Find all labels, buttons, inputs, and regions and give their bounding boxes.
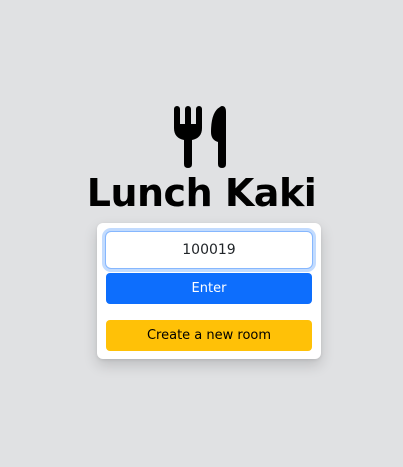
logo: [0, 104, 403, 168]
room-card: Enter Create a new room: [97, 223, 321, 359]
app-title: Lunch Kaki: [86, 171, 317, 215]
enter-button[interactable]: Enter: [106, 273, 312, 304]
fork-and-knife-icon: [173, 106, 226, 168]
room-code-input[interactable]: [106, 232, 312, 268]
room-code-field: [105, 231, 313, 269]
create-room-button[interactable]: Create a new room: [106, 320, 312, 351]
